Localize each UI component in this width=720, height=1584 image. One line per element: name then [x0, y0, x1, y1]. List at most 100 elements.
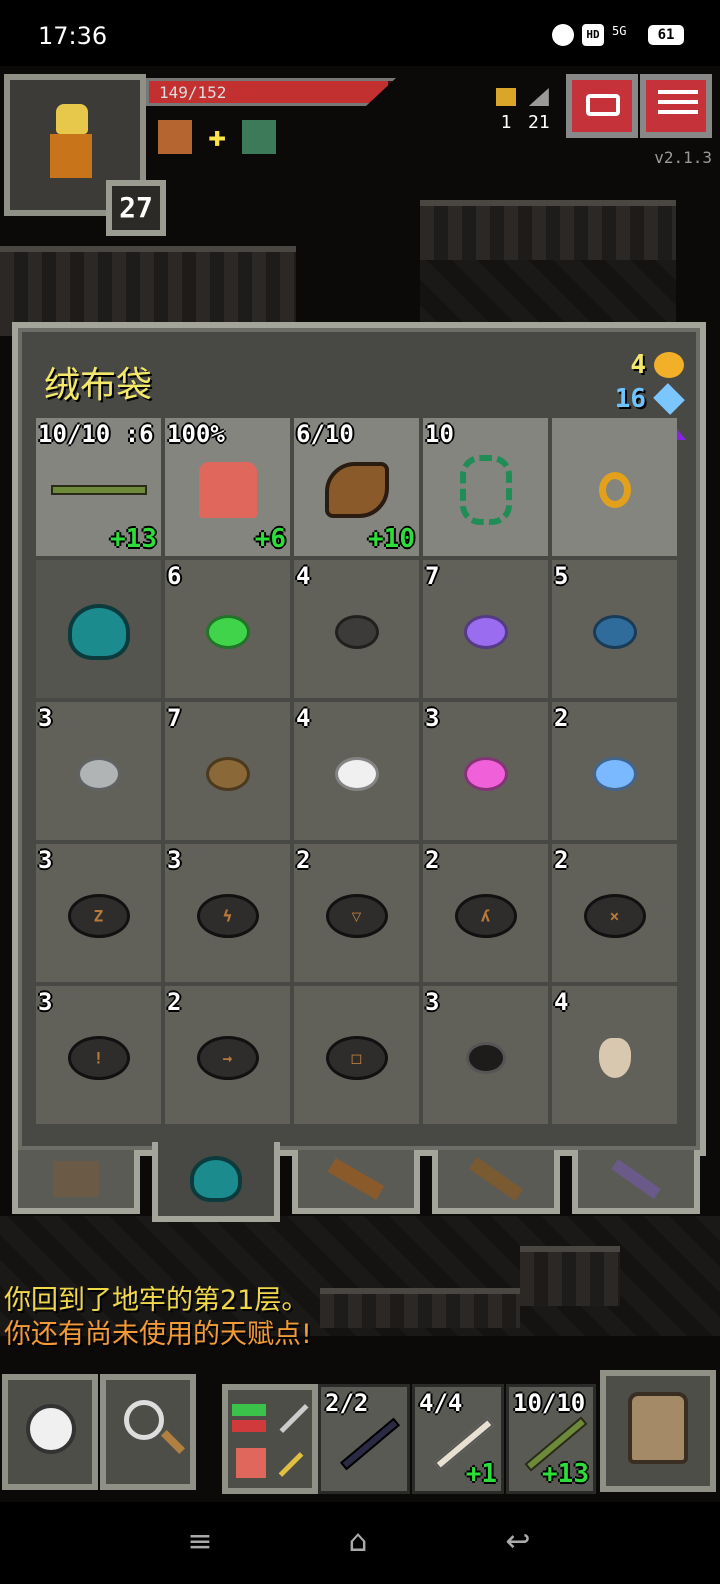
- inventory-slot[interactable]: 7: [165, 702, 290, 840]
- inventory-slot[interactable]: ! 3: [36, 986, 161, 1124]
- quickslot-qty: 4/4: [419, 1389, 463, 1417]
- equipped-ring-slot[interactable]: [552, 418, 677, 556]
- status-icons: HD 5G 61: [552, 24, 684, 46]
- equipped-weapon-slot[interactable]: 10/10 :6 +13: [36, 418, 161, 556]
- item-qty: 3: [38, 988, 53, 1016]
- buff-green-icon[interactable]: [242, 120, 276, 154]
- magnifier-icon: [124, 1400, 164, 1440]
- inventory-slot[interactable]: ʎ 2: [423, 844, 548, 982]
- item-qty: 2: [554, 846, 569, 874]
- inventory-slot[interactable]: 6: [165, 560, 290, 698]
- inventory-slot[interactable]: 5: [552, 560, 677, 698]
- gold-amount: 4: [630, 350, 646, 380]
- inventory-slot[interactable]: 4: [294, 702, 419, 840]
- tab-scroll-holder[interactable]: [292, 1150, 420, 1214]
- tab-velvet-pouch[interactable]: [152, 1142, 280, 1222]
- log-line: 你还有尚未使用的天赋点!: [4, 1319, 312, 1350]
- challenges-counter: 1: [496, 88, 516, 133]
- alarm-icon: [552, 24, 574, 46]
- inventory-slot[interactable]: → 2: [165, 986, 290, 1124]
- inventory-slot[interactable]: 4: [552, 986, 677, 1124]
- dungeon-wall: [320, 1288, 520, 1328]
- dungeon-wall: [420, 200, 676, 260]
- wait-button[interactable]: [2, 1374, 98, 1490]
- inventory-button[interactable]: [600, 1370, 716, 1492]
- inventory-slot[interactable]: 3: [36, 702, 161, 840]
- system-status-bar: 17:36 HD 5G 61: [0, 0, 720, 72]
- equipped-misc-slot[interactable]: 10: [423, 418, 548, 556]
- inventory-slot[interactable]: 7: [423, 560, 548, 698]
- potion-bandolier-icon: [469, 1157, 523, 1201]
- equipped-artifact-slot[interactable]: 6/10 +10: [294, 418, 419, 556]
- seed-white-icon: [334, 756, 379, 791]
- search-button[interactable]: [100, 1374, 196, 1490]
- inventory-slot[interactable]: 3: [423, 702, 548, 840]
- runestone-icon: ʎ: [454, 893, 517, 938]
- quickslot-2[interactable]: 4/4 +1: [412, 1384, 504, 1494]
- recent-apps-button[interactable]: ≡: [180, 1524, 220, 1560]
- robe-icon: [198, 461, 257, 518]
- item-upgrade: +13: [110, 524, 157, 554]
- home-button[interactable]: ⌂: [338, 1524, 378, 1560]
- hd-icon: HD: [582, 24, 604, 46]
- quickslot-1[interactable]: 2/2: [318, 1384, 410, 1494]
- buff-list: ✚: [158, 120, 276, 154]
- velvet-pouch-icon: [67, 603, 130, 660]
- item-qty: 100%: [167, 420, 225, 448]
- inventory-slot[interactable]: 4: [294, 560, 419, 698]
- inventory-slot[interactable]: □: [294, 986, 419, 1124]
- staff-icon: [50, 484, 147, 495]
- gold-icon: [654, 352, 684, 378]
- magic-holster-icon: [611, 1159, 661, 1199]
- inventory-slot[interactable]: [36, 560, 161, 698]
- buff-star-icon[interactable]: ✚: [200, 120, 234, 154]
- run-counters: 1 21: [496, 88, 550, 133]
- buff-orange-icon[interactable]: [158, 120, 192, 154]
- item-qty: 10: [425, 420, 454, 448]
- trophy-icon: [496, 88, 516, 106]
- seed-grey-icon: [76, 756, 121, 791]
- item-upgrade: +10: [368, 524, 415, 554]
- signal-icon: 5G: [612, 24, 627, 38]
- inventory-slot[interactable]: ϟ 3: [165, 844, 290, 982]
- pebble-icon: [465, 1041, 506, 1074]
- wand-mini-icon[interactable]: [276, 1398, 316, 1438]
- item-qty: 6/10: [296, 420, 354, 448]
- back-button[interactable]: ↩: [498, 1524, 538, 1560]
- seed-blue-icon: [592, 614, 637, 649]
- clock-icon: [26, 1404, 76, 1454]
- tab-potion-bandolier[interactable]: [432, 1150, 560, 1214]
- depth-counter: 21: [528, 88, 550, 133]
- game-version: v2.1.3: [654, 148, 712, 167]
- dungeon-floor: [420, 260, 676, 330]
- clock: 17:36: [38, 22, 108, 50]
- equipped-armor-slot[interactable]: 100% +6: [165, 418, 290, 556]
- item-qty: 10/10 :6: [38, 420, 154, 448]
- swap-icon[interactable]: [232, 1398, 272, 1438]
- inventory-slot[interactable]: Z 3: [36, 844, 161, 982]
- item-qty: 3: [167, 846, 182, 874]
- key-mini-icon[interactable]: [276, 1444, 316, 1484]
- tab-backpack[interactable]: [12, 1150, 140, 1214]
- item-qty: 7: [425, 562, 440, 590]
- seed-green-icon: [205, 614, 250, 649]
- system-navigation-bar: ≡ ⌂ ↩: [0, 1502, 720, 1584]
- inventory-slot[interactable]: 2: [552, 702, 677, 840]
- menu-button[interactable]: [640, 74, 712, 138]
- journal-button[interactable]: [566, 74, 638, 138]
- seed-brown-icon: [205, 756, 250, 791]
- ring-icon: [598, 471, 631, 508]
- inventory-slot[interactable]: 3: [423, 986, 548, 1124]
- gold-row: 4: [630, 350, 684, 380]
- challenges-value: 1: [500, 112, 512, 133]
- runestone-icon: Z: [67, 893, 130, 938]
- item-qty: 3: [425, 988, 440, 1016]
- tab-magic-holster[interactable]: [572, 1150, 700, 1214]
- inventory-slot[interactable]: × 2: [552, 844, 677, 982]
- item-qty: 2: [296, 846, 311, 874]
- inventory-slot[interactable]: ▽ 2: [294, 844, 419, 982]
- armor-mini-icon[interactable]: [232, 1444, 272, 1484]
- battery-icon: 61: [648, 25, 684, 45]
- hero-level-badge: 27: [106, 180, 166, 236]
- quickslot-3[interactable]: 10/10 +13: [506, 1384, 596, 1494]
